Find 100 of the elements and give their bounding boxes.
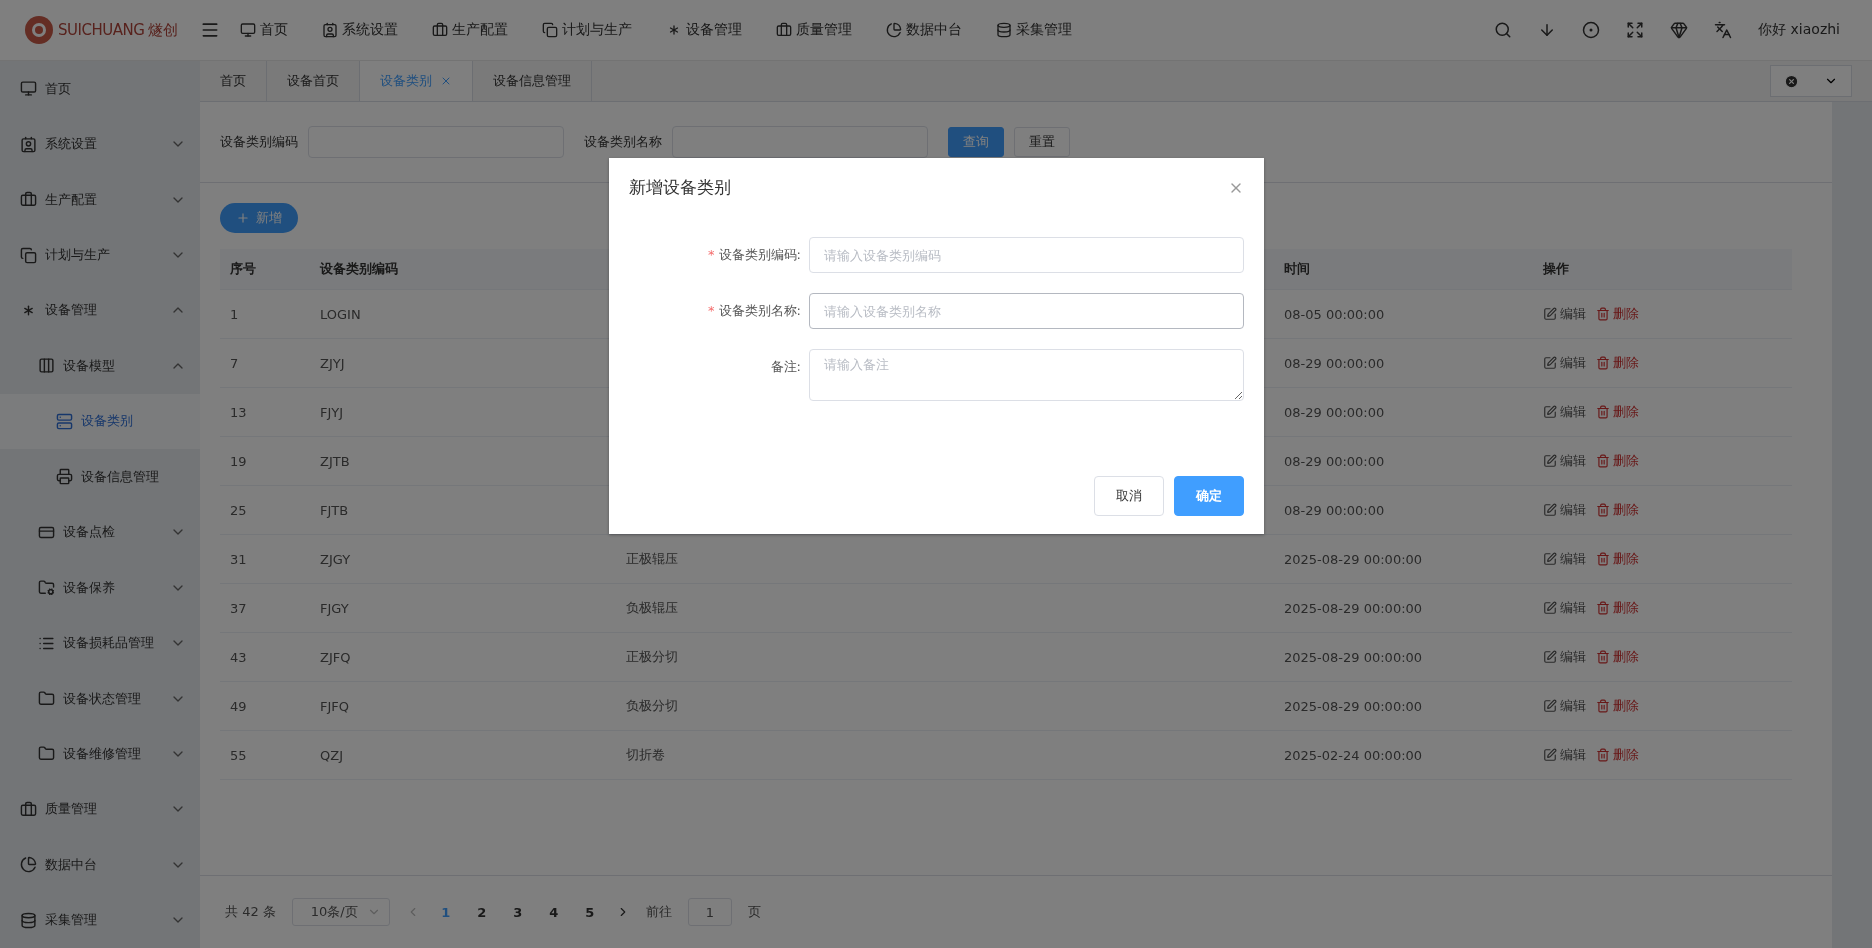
input-field[interactable] bbox=[672, 126, 928, 158]
pen-icon bbox=[1543, 454, 1557, 468]
column-header: 时间 bbox=[1283, 260, 1311, 278]
page-size-select[interactable]: 10条/页 bbox=[291, 898, 390, 926]
nav-item[interactable]: 生产配置 bbox=[432, 21, 508, 39]
delete-link[interactable]: 删除 bbox=[1596, 403, 1639, 421]
page-number[interactable]: 3 bbox=[507, 904, 528, 920]
nav-item[interactable]: 采集管理 bbox=[996, 21, 1072, 39]
delete-link[interactable]: 删除 bbox=[1596, 305, 1639, 323]
sidebar-item-label: 质量管理 bbox=[45, 800, 98, 819]
sidebar-item-label: 计划与生产 bbox=[45, 246, 111, 265]
table-cell-text: 2025-08-29 00:00:00 bbox=[1283, 600, 1424, 616]
sidebar-item[interactable]: 设备类别 bbox=[0, 393, 200, 450]
sidebar-item-label: 采集管理 bbox=[45, 911, 98, 930]
target-icon[interactable] bbox=[1582, 21, 1601, 39]
nav-item[interactable]: 数据中台 bbox=[886, 21, 962, 39]
sidebar-item[interactable]: 设备状态管理 bbox=[0, 670, 200, 727]
table-cell-text: 55 bbox=[229, 747, 248, 763]
edit-link[interactable]: 编辑 bbox=[1543, 305, 1586, 323]
edit-link[interactable]: 编辑 bbox=[1543, 452, 1586, 470]
trash-icon bbox=[1596, 454, 1610, 468]
sidebar-item[interactable]: 设备点检 bbox=[0, 504, 200, 560]
trash-icon bbox=[1596, 307, 1610, 321]
sidebar-item-label: 生产配置 bbox=[45, 190, 98, 209]
edit-link[interactable]: 编辑 bbox=[1543, 550, 1586, 568]
page-number[interactable]: 5 bbox=[579, 904, 600, 920]
pen-icon bbox=[1543, 699, 1557, 713]
delete-link[interactable]: 删除 bbox=[1596, 452, 1639, 470]
table-cell-text: 负极分切 bbox=[625, 697, 679, 715]
sidebar-item[interactable]: 系统设置 bbox=[0, 116, 200, 172]
table-cell-text: ZJGY bbox=[319, 551, 352, 567]
reset-button[interactable]: 重置 bbox=[1014, 127, 1070, 157]
edit-link[interactable]: 编辑 bbox=[1543, 354, 1586, 372]
delete-link[interactable]: 删除 bbox=[1596, 746, 1639, 764]
briefcase-icon bbox=[20, 800, 37, 818]
sidebar-item[interactable]: 生产配置 bbox=[0, 171, 200, 228]
table-cell-text: 2025-02-24 00:00:00 bbox=[1283, 747, 1424, 763]
delete-link[interactable]: 删除 bbox=[1596, 550, 1639, 568]
edit-link[interactable]: 编辑 bbox=[1543, 501, 1586, 519]
sidebar-item[interactable]: 设备模型 bbox=[0, 338, 200, 394]
input-field[interactable]: 请输入设备类别名称 bbox=[809, 293, 1244, 329]
dialog-title: 新增设备类别 bbox=[629, 176, 731, 199]
nav-item[interactable]: 计划与生产 bbox=[542, 21, 632, 39]
query-button[interactable]: 查询 bbox=[948, 127, 1004, 157]
sidebar-item[interactable]: 设备维修管理 bbox=[0, 726, 200, 782]
field-label: * 设备类别编码: bbox=[707, 246, 802, 264]
delete-link[interactable]: 删除 bbox=[1596, 354, 1639, 372]
sidebar-item[interactable]: 设备管理 bbox=[0, 282, 200, 339]
sidebar-item[interactable]: 设备损耗品管理 bbox=[0, 615, 200, 671]
sidebar-item[interactable]: 采集管理 bbox=[0, 892, 200, 948]
input-field[interactable]: 请输入设备类别编码 bbox=[809, 237, 1244, 273]
add-button[interactable]: 新增 bbox=[220, 203, 298, 233]
table-cell-text: LOGIN bbox=[319, 306, 362, 322]
textarea-field[interactable]: 请输入备注 bbox=[809, 349, 1244, 401]
trash-icon bbox=[1596, 748, 1610, 762]
sidebar-item[interactable]: 数据中台 bbox=[0, 837, 200, 893]
sidebar-item[interactable]: 设备信息管理 bbox=[0, 449, 200, 505]
briefcase-icon bbox=[432, 22, 448, 38]
delete-link[interactable]: 删除 bbox=[1596, 697, 1639, 715]
sidebar-item[interactable]: 质量管理 bbox=[0, 781, 200, 838]
diamond-icon[interactable] bbox=[1670, 21, 1689, 39]
menu-icon[interactable] bbox=[200, 20, 220, 40]
monitor-icon bbox=[20, 80, 37, 98]
sidebar-item-label: 设备保养 bbox=[63, 578, 116, 597]
page-input[interactable]: 1 bbox=[687, 898, 732, 926]
sidebar-item[interactable]: 计划与生产 bbox=[0, 227, 200, 283]
delete-link[interactable]: 删除 bbox=[1596, 648, 1639, 666]
table-cell-text: 31 bbox=[229, 551, 248, 567]
pie-chart-icon bbox=[20, 856, 37, 874]
search-icon[interactable] bbox=[1494, 21, 1513, 39]
table-cell-text: 08-29 00:00:00 bbox=[1283, 355, 1386, 371]
page-number[interactable]: 4 bbox=[543, 904, 564, 920]
translate-icon[interactable] bbox=[1714, 21, 1733, 39]
nav-item[interactable]: 质量管理 bbox=[776, 21, 852, 39]
nav-item[interactable]: 设备管理 bbox=[666, 21, 742, 39]
delete-link[interactable]: 删除 bbox=[1596, 501, 1639, 519]
page-number[interactable]: 2 bbox=[471, 904, 492, 920]
sidebar-item-label: 首页 bbox=[45, 79, 72, 98]
table-cell-text: FJTB bbox=[319, 502, 350, 518]
table-cell-text: 08-29 00:00:00 bbox=[1283, 502, 1386, 518]
edit-link[interactable]: 编辑 bbox=[1543, 403, 1586, 421]
table-cell-text: 08-05 00:00:00 bbox=[1283, 306, 1386, 322]
fullscreen-icon[interactable] bbox=[1626, 21, 1645, 39]
confirm-button[interactable]: 确定 bbox=[1174, 476, 1244, 516]
page-number[interactable]: 1 bbox=[435, 904, 456, 920]
tab[interactable]: 设备类别 bbox=[360, 61, 473, 101]
field-label: 设备类别名称 bbox=[584, 133, 662, 151]
pen-icon bbox=[1543, 552, 1557, 566]
delete-link[interactable]: 删除 bbox=[1596, 599, 1639, 617]
nav-item[interactable]: 首页 bbox=[240, 21, 288, 39]
user-greeting[interactable]: 你好 xiaozhi bbox=[1758, 21, 1840, 39]
nav-item[interactable]: 系统设置 bbox=[322, 21, 398, 39]
cancel-button[interactable]: 取消 bbox=[1094, 476, 1164, 516]
edit-link[interactable]: 编辑 bbox=[1543, 697, 1586, 715]
sidebar-item[interactable]: 设备保养 bbox=[0, 559, 200, 616]
sidebar-item[interactable]: 首页 bbox=[0, 61, 200, 117]
edit-link[interactable]: 编辑 bbox=[1543, 648, 1586, 666]
edit-link[interactable]: 编辑 bbox=[1543, 599, 1586, 617]
edit-link[interactable]: 编辑 bbox=[1543, 746, 1586, 764]
copy-icon bbox=[542, 22, 558, 38]
